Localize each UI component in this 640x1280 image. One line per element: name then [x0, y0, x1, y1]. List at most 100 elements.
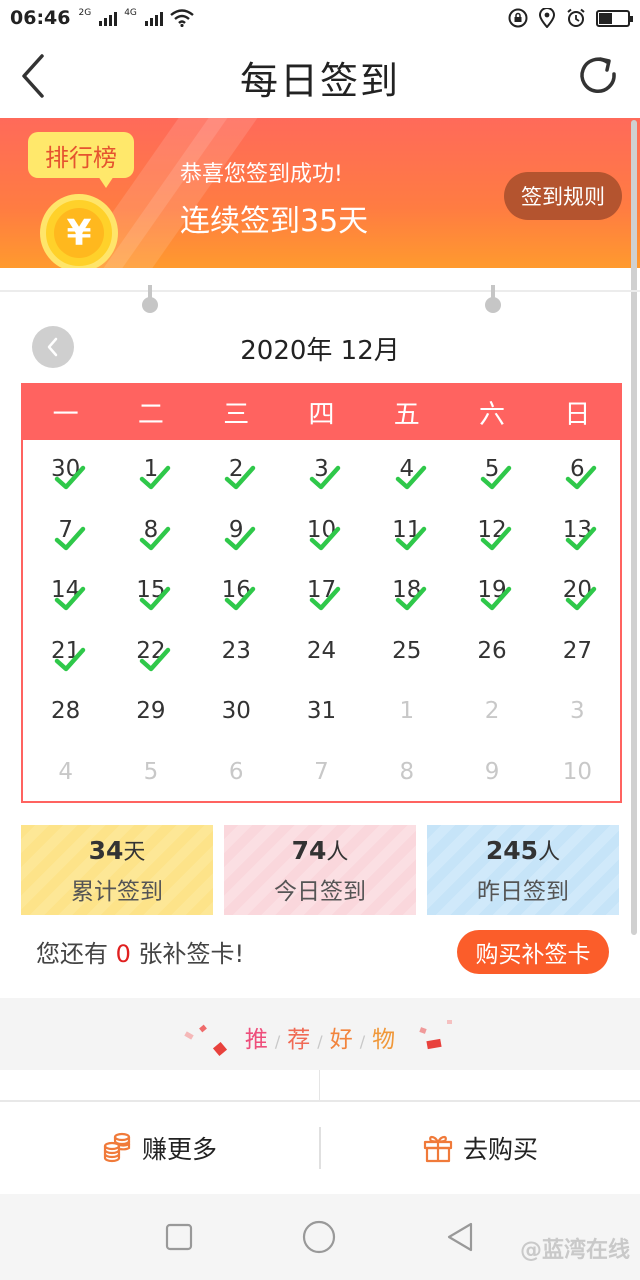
alarm-icon [567, 8, 585, 27]
leaderboard-label: 排行榜 [45, 143, 117, 172]
calendar-day-other-month[interactable]: 10 [535, 743, 620, 804]
back-nav-button[interactable] [445, 1221, 475, 1253]
makeup-suffix: 张补签卡! [130, 940, 245, 968]
calendar-day[interactable]: 22 [108, 622, 193, 683]
calendar-day[interactable]: 31 [279, 682, 364, 743]
calendar-day[interactable]: 8 [108, 501, 193, 562]
calendar-day-other-month[interactable]: 2 [449, 682, 534, 743]
calendar-hanger-icon [141, 285, 159, 315]
checkmark-icon [139, 465, 171, 490]
gift-icon [423, 1135, 453, 1163]
scrollbar[interactable] [631, 120, 637, 935]
calendar-day[interactable]: 6 [535, 440, 620, 501]
calendar-day[interactable]: 16 [194, 561, 279, 622]
calendar-day[interactable]: 15 [108, 561, 193, 622]
calendar-day[interactable]: 1 [108, 440, 193, 501]
calendar-day[interactable]: 20 [535, 561, 620, 622]
calendar-day[interactable]: 30 [194, 682, 279, 743]
calendar-day-other-month[interactable]: 9 [449, 743, 534, 804]
stat-label: 累计签到 [71, 879, 163, 905]
calendar-day-other-month[interactable]: 5 [108, 743, 193, 804]
calendar-day-other-month[interactable]: 6 [194, 743, 279, 804]
recent-apps-button[interactable] [165, 1223, 193, 1251]
calendar-day[interactable]: 13 [535, 501, 620, 562]
stat-label: 今日签到 [274, 879, 366, 905]
calendar-day[interactable]: 10 [279, 501, 364, 562]
back-button[interactable] [14, 52, 58, 100]
stat-label: 昨日签到 [477, 879, 569, 905]
calendar-day[interactable]: 17 [279, 561, 364, 622]
calendar-day[interactable]: 2 [194, 440, 279, 501]
stat-value: 74人 [292, 834, 349, 866]
makeup-count: 0 [115, 940, 131, 968]
checkmark-icon [566, 586, 597, 611]
calendar-day[interactable]: 26 [449, 622, 534, 683]
stat-value: 34天 [89, 834, 146, 866]
divider [0, 290, 640, 292]
signal-icon [144, 10, 163, 26]
checkmark-icon [566, 526, 597, 550]
calendar-day[interactable]: 21 [23, 622, 108, 683]
app-screen: 06:46 2G 4G 每日签到 排行榜 ¥ 恭喜您签到成功! 连续签到35天 … [0, 0, 640, 1280]
calendar-day[interactable]: 30 [23, 440, 108, 501]
checkmark-icon [139, 526, 171, 550]
calendar-day-other-month[interactable]: 7 [279, 743, 364, 804]
prev-month-button[interactable] [32, 326, 74, 368]
calendar-day[interactable]: 9 [194, 501, 279, 562]
calendar-day[interactable]: 7 [23, 501, 108, 562]
day-number: 30 [221, 698, 251, 724]
earn-more-button[interactable]: 赚更多 [0, 1130, 319, 1166]
calendar-days: 30 1 2 3 4 5 6 7 8 9 10 11 12 13 14 15 16 17 18 19 20 21 22 23 2… [23, 440, 620, 803]
calendar-day-other-month[interactable]: 1 [364, 682, 449, 743]
checkmark-icon [395, 526, 427, 550]
calendar-day-other-month[interactable]: 4 [23, 743, 108, 804]
watermark: @蓝湾在线 [519, 1238, 630, 1263]
day-number: 27 [562, 637, 592, 664]
chevron-left-icon [22, 54, 44, 98]
chevron-left-icon [47, 337, 58, 357]
calendar-day[interactable]: 3 [279, 440, 364, 501]
recommend-char: 推 [244, 1027, 268, 1053]
calendar-day[interactable]: 25 [364, 622, 449, 683]
coins-icon [103, 1132, 131, 1163]
calendar-day[interactable]: 14 [23, 561, 108, 622]
calendar-day[interactable]: 28 [23, 682, 108, 743]
checkmark-icon [54, 526, 85, 550]
buy-makeup-card-button[interactable]: 购买补签卡 [457, 930, 609, 974]
calendar-day[interactable]: 29 [108, 682, 193, 743]
day-number: 6 [228, 758, 244, 785]
calendar-day[interactable]: 11 [364, 501, 449, 562]
calendar-day[interactable]: 24 [279, 622, 364, 683]
day-number: 24 [306, 637, 337, 664]
checkmark-icon [310, 586, 341, 611]
calendar-day[interactable]: 23 [194, 622, 279, 683]
earn-more-label: 赚更多 [141, 1135, 217, 1164]
checkmark-icon [54, 465, 85, 490]
weekday-label: 二 [137, 400, 164, 430]
yuan-symbol: ¥ [54, 208, 104, 258]
home-button[interactable] [302, 1220, 336, 1254]
refresh-button[interactable] [574, 52, 622, 100]
weekday-header: 一二三四五六日 [23, 385, 620, 440]
weekday-label: 日 [564, 400, 591, 430]
calendar-day[interactable]: 19 [449, 561, 534, 622]
checkmark-icon [480, 526, 512, 550]
leaderboard-button[interactable]: 排行榜 [28, 132, 134, 188]
signal-icon [99, 10, 118, 26]
go-shopping-button[interactable]: 去购买 [321, 1130, 640, 1166]
today-checkin-card: 74人 今日签到 [224, 825, 416, 915]
calendar-day[interactable]: 4 [364, 440, 449, 501]
calendar-day[interactable]: 5 [449, 440, 534, 501]
yesterday-checkin-card: 245人 昨日签到 [427, 825, 619, 915]
day-number: 4 [58, 758, 73, 785]
calendar-day[interactable]: 12 [449, 501, 534, 562]
calendar-day-other-month[interactable]: 8 [364, 743, 449, 804]
page-title: 每日签到 [239, 58, 400, 103]
stat-unit: 人 [538, 840, 561, 865]
calendar-day-other-month[interactable]: 3 [535, 682, 620, 743]
day-number: 29 [136, 698, 166, 724]
calendar-day[interactable]: 27 [535, 622, 620, 683]
checkin-rules-button[interactable]: 签到规则 [504, 172, 622, 220]
makeup-card-count: 您还有 0 张补签卡! [36, 934, 244, 969]
calendar-day[interactable]: 18 [364, 561, 449, 622]
